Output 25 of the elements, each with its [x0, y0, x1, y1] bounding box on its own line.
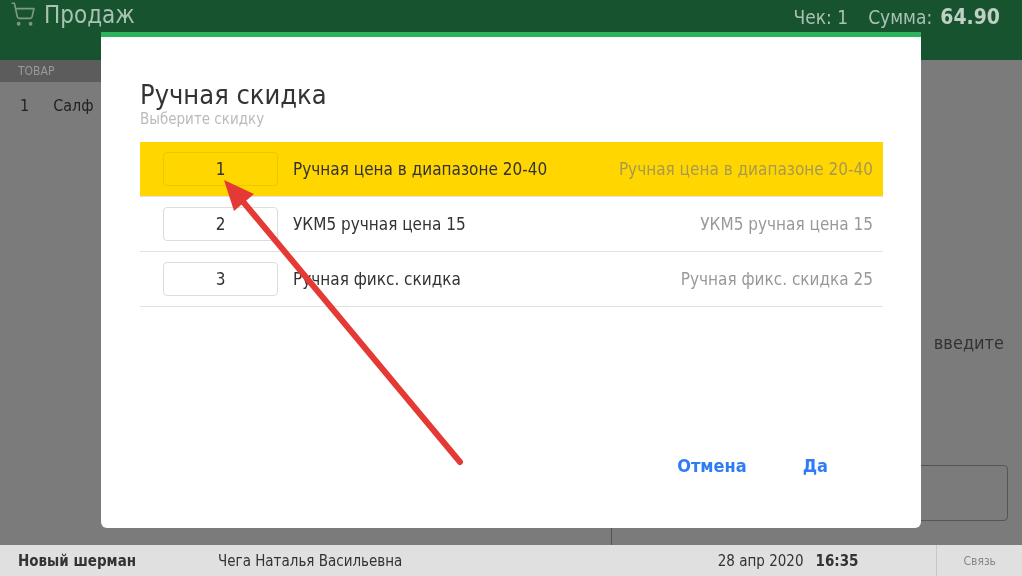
dialog-title: Ручная скидка — [140, 79, 328, 110]
status-time: 16:35 — [815, 551, 859, 570]
option-description: Ручная фикс. скидка 25 — [680, 269, 873, 289]
prompt-text: введите — [933, 332, 1004, 353]
option-number: 2 — [163, 207, 278, 241]
cashier-name: Чега Наталья Васильевна — [218, 551, 404, 570]
status-date: 28 апр 2020 — [717, 551, 804, 570]
dialog-button[interactable]: Да — [802, 455, 828, 476]
option-label: Ручная цена в диапазоне 20-40 — [293, 159, 549, 179]
sum-label: Сумма: — [868, 5, 933, 29]
row-index: 1 — [20, 96, 30, 115]
option-description: Ручная цена в диапазоне 20-40 — [618, 159, 873, 179]
shop-name: Новый шерман — [17, 551, 138, 570]
option-number: 3 — [163, 262, 278, 296]
item-name: Салф — [53, 96, 94, 115]
column-header: ТОВАР — [18, 64, 55, 78]
sum-value: 64.90 — [940, 4, 1000, 30]
discount-option[interactable]: 1 Ручная цена в диапазоне 20-40 Ручная цена в диапазоне 20-40 — [140, 142, 883, 197]
cart-icon — [10, 1, 36, 27]
screen-title: Продаж — [44, 1, 135, 29]
option-description: УКМ5 ручная цена 15 — [700, 214, 873, 234]
check-number: Чек: 1 — [793, 5, 849, 29]
dialog-subtitle: Выберите скидку — [140, 110, 266, 128]
dialog-button[interactable]: Отмена — [677, 455, 747, 476]
option-label: УКМ5 ручная цена 15 — [293, 214, 467, 234]
